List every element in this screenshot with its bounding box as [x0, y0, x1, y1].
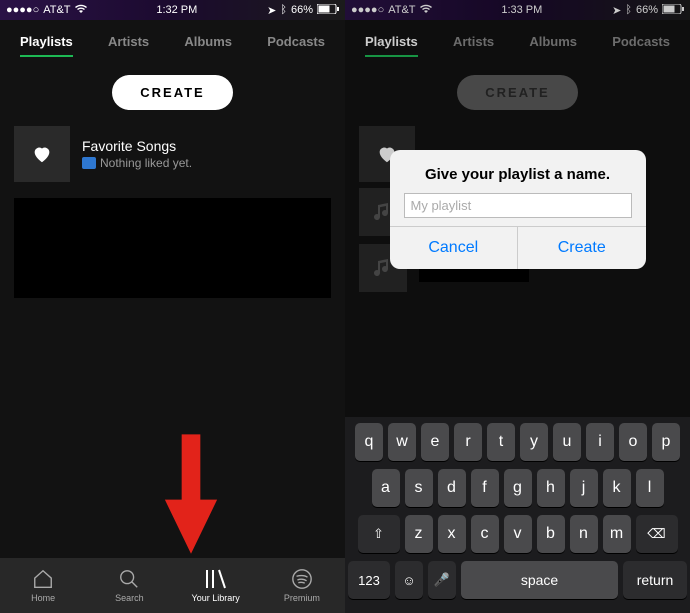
playlist-name-input[interactable]: [404, 193, 632, 218]
location-icon: ➤: [267, 4, 276, 17]
nav-library-label: Your Library: [192, 593, 240, 603]
key-j[interactable]: j: [570, 469, 598, 507]
key-shift[interactable]: ⇧: [358, 515, 400, 553]
nav-search-label: Search: [115, 593, 144, 603]
key-b[interactable]: b: [537, 515, 565, 553]
key-a[interactable]: a: [372, 469, 400, 507]
bluetooth-icon: ᛒ: [280, 4, 287, 16]
key-d[interactable]: d: [438, 469, 466, 507]
key-o[interactable]: o: [619, 423, 647, 461]
key-g[interactable]: g: [504, 469, 532, 507]
nav-premium-label: Premium: [284, 593, 320, 603]
favorite-songs-subtitle: Nothing liked yet.: [100, 156, 192, 170]
key-k[interactable]: k: [603, 469, 631, 507]
key-m[interactable]: m: [603, 515, 631, 553]
key-y[interactable]: y: [520, 423, 548, 461]
status-bar: ●●●●○ AT&T 1:32 PM ➤ ᛒ 66%: [0, 0, 345, 20]
key-c[interactable]: c: [471, 515, 499, 553]
key-space[interactable]: space: [461, 561, 618, 599]
key-p[interactable]: p: [652, 423, 680, 461]
nav-premium[interactable]: Premium: [259, 558, 345, 613]
favorite-songs-title: Favorite Songs: [82, 138, 192, 154]
key-w[interactable]: w: [388, 423, 416, 461]
tab-playlists[interactable]: Playlists: [20, 34, 73, 55]
clock: 1:32 PM: [156, 4, 197, 16]
key-emoji[interactable]: ☺: [395, 561, 423, 599]
dialog-title: Give your playlist a name.: [390, 150, 646, 193]
key-row-4: 123 ☺ 🎤 space return: [348, 561, 687, 599]
dialog-create-button[interactable]: Create: [517, 227, 646, 269]
key-q[interactable]: q: [355, 423, 383, 461]
signal-icon: ●●●●○: [6, 4, 39, 16]
instruction-arrow-icon: [163, 430, 219, 560]
search-icon: [118, 568, 140, 590]
key-backspace[interactable]: ⌫: [636, 515, 678, 553]
key-123[interactable]: 123: [348, 561, 390, 599]
key-row-3: ⇧zxcvbnm⌫: [348, 515, 687, 553]
key-e[interactable]: e: [421, 423, 449, 461]
tab-albums[interactable]: Albums: [184, 34, 232, 55]
carrier: AT&T: [43, 4, 70, 16]
favorite-songs-tile: [14, 126, 70, 182]
nav-home[interactable]: Home: [0, 558, 86, 613]
tab-artists[interactable]: Artists: [108, 34, 149, 55]
tab-podcasts[interactable]: Podcasts: [267, 34, 325, 55]
dialog-cancel-button[interactable]: Cancel: [390, 227, 518, 269]
key-row-2: asdfghjkl: [348, 469, 687, 507]
key-s[interactable]: s: [405, 469, 433, 507]
bottom-nav: Home Search Your Library Premium: [0, 558, 345, 613]
spotify-icon: [291, 568, 313, 590]
library-tabs: Playlists Artists Albums Podcasts: [0, 20, 345, 61]
key-v[interactable]: v: [504, 515, 532, 553]
key-row-1: qwertyuiop: [348, 423, 687, 461]
key-t[interactable]: t: [487, 423, 515, 461]
battery-icon: [317, 4, 339, 17]
key-r[interactable]: r: [454, 423, 482, 461]
wifi-icon: [75, 4, 87, 17]
create-playlist-button[interactable]: CREATE: [112, 75, 232, 110]
name-playlist-dialog: Give your playlist a name. Cancel Create: [390, 150, 646, 269]
download-badge-icon: [82, 157, 96, 169]
battery-percent: 66%: [291, 4, 313, 16]
nav-home-label: Home: [31, 593, 55, 603]
home-icon: [32, 568, 54, 590]
key-return[interactable]: return: [623, 561, 687, 599]
library-icon: [204, 568, 228, 590]
ios-keyboard: qwertyuiop asdfghjkl ⇧zxcvbnm⌫ 123 ☺ 🎤 s…: [345, 417, 690, 613]
key-x[interactable]: x: [438, 515, 466, 553]
key-u[interactable]: u: [553, 423, 581, 461]
phone-left: ●●●●○ AT&T 1:32 PM ➤ ᛒ 66% Playlists Art…: [0, 0, 345, 613]
key-z[interactable]: z: [405, 515, 433, 553]
favorite-songs-row[interactable]: Favorite Songs Nothing liked yet.: [0, 124, 345, 184]
nav-search[interactable]: Search: [86, 558, 172, 613]
key-h[interactable]: h: [537, 469, 565, 507]
heart-icon: [31, 143, 53, 165]
key-n[interactable]: n: [570, 515, 598, 553]
key-f[interactable]: f: [471, 469, 499, 507]
key-l[interactable]: l: [636, 469, 664, 507]
redacted-playlist[interactable]: [14, 198, 331, 298]
phone-right: ●●●●○ AT&T 1:33 PM ➤ ᛒ 66% Playlists Art…: [345, 0, 690, 613]
nav-library[interactable]: Your Library: [173, 558, 259, 613]
key-i[interactable]: i: [586, 423, 614, 461]
key-mic[interactable]: 🎤: [428, 561, 456, 599]
